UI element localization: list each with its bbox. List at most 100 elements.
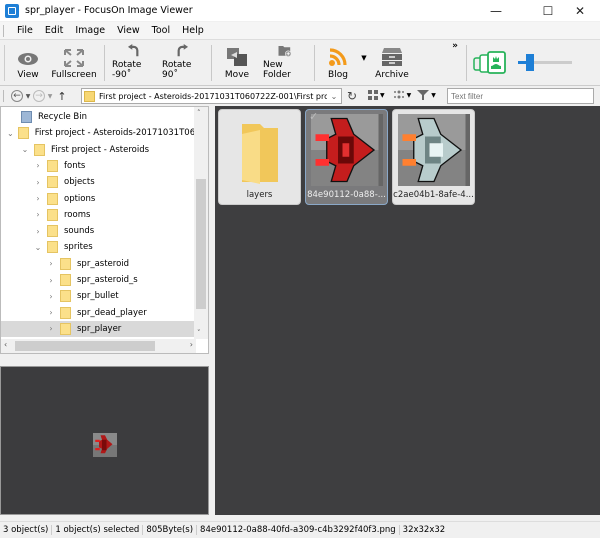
tree-item[interactable]: › rooms — [1, 207, 195, 223]
new-folder-button[interactable]: New Folder — [259, 41, 311, 85]
folder-tree: Recycle Bin ⌄ First project - Asteroids-20… — [0, 106, 209, 354]
folder-icon — [60, 274, 71, 286]
tree-item[interactable]: › options — [1, 191, 195, 207]
tree-item[interactable]: › spr_bullet — [1, 288, 195, 304]
menu-edit[interactable]: Edit — [39, 25, 69, 36]
minimize-button[interactable]: — — [476, 0, 516, 21]
menu-help[interactable]: Help — [176, 25, 210, 36]
fullscreen-button[interactable]: Fullscreen — [47, 41, 101, 85]
tree-item[interactable]: › spr_player — [1, 320, 195, 337]
view-button[interactable]: View — [9, 41, 47, 85]
chevron-right-icon[interactable]: › — [33, 227, 43, 236]
chevron-down-icon[interactable]: ⌄ — [7, 129, 14, 138]
chevron-down-icon[interactable]: ⌄ — [20, 145, 30, 154]
tree-item[interactable]: › spr_asteroid_s — [1, 272, 195, 288]
chevron-right-icon[interactable]: › — [33, 178, 43, 187]
chevron-right-icon[interactable]: › — [33, 210, 43, 219]
chevron-right-icon[interactable]: › — [46, 276, 56, 285]
thumbnail-red-ship[interactable]: ✓ 84e90112-0a88-... — [305, 109, 388, 205]
menu-tool[interactable]: Tool — [146, 25, 176, 36]
caret-down-icon[interactable]: ▼ — [431, 92, 436, 99]
folder-icon — [84, 90, 95, 102]
toolbar: View Fullscreen Rotate -90˚ Rotate 90˚ M… — [0, 41, 600, 86]
folder-icon — [60, 257, 71, 270]
tree-item-label: options — [64, 193, 96, 204]
tree-item[interactable]: ⌄ First project - Asteroids-20171031T0607… — [1, 125, 208, 141]
preview-image — [93, 433, 117, 457]
tree-item[interactable]: ⌄ sprites — [1, 239, 195, 255]
forward-dropdown[interactable]: ▼ — [45, 89, 55, 103]
back-button[interactable]: ← — [11, 90, 23, 102]
chevron-right-icon[interactable]: › — [33, 161, 43, 170]
scroll-up-icon[interactable]: ˄ — [197, 109, 201, 117]
blog-dropdown[interactable]: ▼ — [358, 41, 370, 85]
menu-file[interactable]: File — [11, 25, 39, 36]
up-button[interactable]: ↑ — [55, 89, 69, 103]
scrollbar-thumb[interactable] — [196, 179, 206, 309]
new-folder-label: New Folder — [263, 60, 291, 80]
back-dropdown[interactable]: ▼ — [23, 89, 33, 103]
chevron-right-icon[interactable]: › — [33, 194, 43, 203]
rotate-left-button[interactable]: Rotate -90˚ — [108, 41, 158, 85]
view-options: ▼ ▼ ▼ — [368, 90, 436, 100]
folder-icon — [47, 208, 58, 221]
menu-view[interactable]: View — [111, 25, 146, 36]
blog-label: Blog — [328, 70, 348, 80]
grid-view-icon[interactable] — [368, 90, 378, 100]
tree-item-label: sounds — [64, 226, 95, 237]
status-dimensions: 32x32x32 — [402, 525, 446, 535]
text-filter-input[interactable] — [447, 88, 594, 104]
thumbnail-toggle-button[interactable] — [470, 41, 510, 85]
tree-horizontal-scrollbar[interactable]: ‹ › — [1, 339, 196, 353]
scroll-right-icon[interactable]: › — [190, 340, 193, 349]
red-ship-image — [310, 114, 383, 186]
tree-item[interactable]: › spr_asteroid — [1, 256, 195, 272]
thumbnail-silver-ship[interactable]: c2ae04b1-8afe-4... — [392, 109, 475, 205]
zoom-slider[interactable] — [510, 41, 578, 85]
tree-item[interactable]: ⌄ First project - Asteroids — [1, 142, 195, 158]
sort-icon[interactable] — [393, 90, 405, 100]
tree-item[interactable]: › sounds — [1, 223, 195, 239]
scroll-left-icon[interactable]: ‹ — [4, 340, 7, 349]
fullscreen-label: Fullscreen — [51, 70, 97, 80]
address-dropdown[interactable]: ⌄ — [327, 89, 341, 103]
scroll-down-icon[interactable]: ˅ — [197, 329, 201, 337]
filter-icon[interactable] — [417, 90, 430, 100]
address-bar[interactable]: First project - Asteroids-20171031T06072… — [81, 88, 342, 104]
caret-down-icon[interactable]: ▼ — [407, 92, 412, 99]
tree-vertical-scrollbar[interactable]: ˄ ˅ — [194, 107, 208, 339]
blog-button[interactable]: Blog — [318, 41, 358, 85]
tree-item[interactable]: Recycle Bin — [1, 109, 195, 125]
toolbar-separator — [211, 45, 212, 81]
rotate-right-button[interactable]: Rotate 90˚ — [158, 41, 208, 85]
close-button[interactable]: ✕ — [560, 0, 600, 21]
thumbnail-layers-folder[interactable]: layers — [218, 109, 301, 205]
chevron-down-icon[interactable]: ⌄ — [33, 243, 43, 252]
chevron-right-icon[interactable]: › — [46, 259, 56, 268]
toolbar-separator — [466, 45, 467, 81]
tree-item-label: fonts — [64, 160, 86, 171]
toolbar-overflow-area: » — [414, 41, 464, 85]
toolbar-overflow-button[interactable]: » — [452, 41, 458, 51]
chevron-right-icon[interactable]: › — [46, 292, 56, 301]
menu-grip — [3, 24, 5, 37]
folder-icon — [47, 241, 58, 254]
caret-down-icon[interactable]: ▼ — [380, 92, 385, 99]
chevron-right-icon[interactable]: › — [46, 324, 56, 333]
tree-item[interactable]: › spr_dead_player — [1, 305, 195, 321]
tree-item[interactable]: › fonts — [1, 158, 195, 174]
refresh-button[interactable]: ↻ — [345, 89, 359, 103]
slider-thumb[interactable] — [526, 54, 534, 71]
forward-button[interactable]: → — [33, 90, 45, 102]
chevron-right-icon[interactable]: › — [46, 308, 56, 317]
toolbar-separator — [104, 45, 105, 81]
scrollbar-thumb[interactable] — [15, 341, 155, 351]
folder-icon — [60, 306, 71, 319]
move-icon — [227, 48, 247, 66]
tree-item[interactable]: › objects — [1, 174, 195, 190]
toolbar-separator — [314, 45, 315, 81]
folder-icon — [34, 143, 45, 156]
move-button[interactable]: Move — [215, 41, 259, 85]
menu-image[interactable]: Image — [69, 25, 111, 36]
archive-button[interactable]: Archive — [370, 41, 414, 85]
